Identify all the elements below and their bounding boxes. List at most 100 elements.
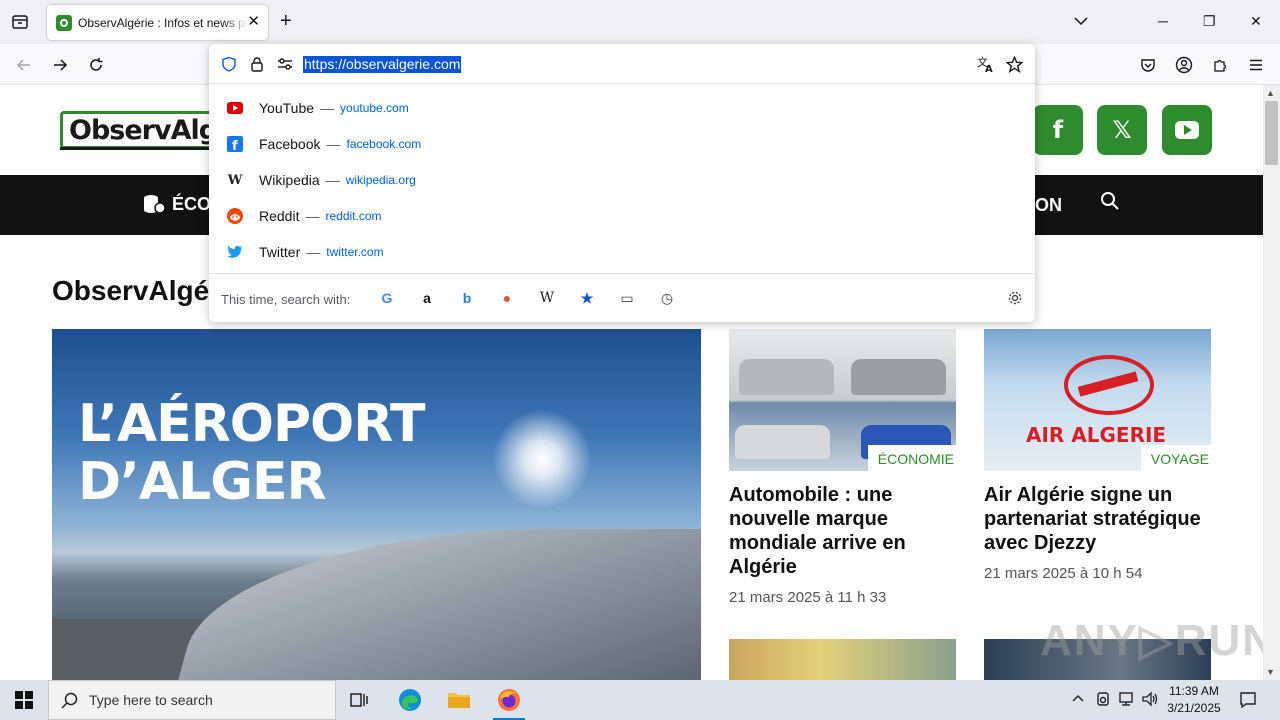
tab-strip: ObservAlgérie : Infos et news pour l'Alg… — [0, 0, 1280, 44]
list-all-tabs-button[interactable] — [1073, 13, 1089, 34]
taskbar-clock[interactable]: 11:39 AM 3/21/2025 — [1164, 683, 1224, 717]
back-button[interactable] — [13, 54, 35, 76]
taskbar-search-box[interactable]: Type here to search — [48, 680, 336, 720]
article-title[interactable]: Air Algérie signe un partenariat stratég… — [984, 483, 1211, 555]
minimize-button[interactable]: ─ — [1158, 12, 1168, 30]
volume-button[interactable] — [1142, 691, 1160, 710]
section-title: ObservAlgé — [52, 275, 210, 306]
category-badge[interactable]: ÉCONOMIE — [867, 445, 956, 471]
star-icon — [1005, 55, 1023, 73]
search-icon — [1101, 192, 1119, 210]
firefox-view-button[interactable] — [8, 10, 32, 34]
coins-icon — [144, 195, 166, 214]
notifications-button[interactable] — [1239, 691, 1257, 712]
show-hidden-icons-button[interactable] — [1071, 691, 1085, 708]
tab-close-button[interactable]: ✕ — [247, 14, 260, 30]
network-button[interactable] — [1118, 691, 1136, 710]
suggestion-dash: — — [326, 136, 341, 152]
app-menu-button[interactable] — [1245, 54, 1267, 76]
airport-roof — [165, 529, 701, 680]
amazon-icon[interactable]: a — [418, 289, 436, 307]
translate-button[interactable]: 文A — [977, 55, 995, 73]
wikipedia-search-icon[interactable]: W — [538, 289, 556, 307]
url-bar-dropdown: https://observalgerie.com 文A YouTube — y… — [209, 44, 1035, 322]
youtube-icon — [1175, 121, 1199, 139]
pocket-button[interactable] — [1137, 54, 1159, 76]
youtube-link[interactable] — [1162, 105, 1212, 155]
menu-item-economie[interactable]: ÉCO — [142, 193, 211, 215]
suggestion-name: YouTube — [259, 100, 315, 116]
tray-device-button[interactable] — [1095, 691, 1111, 710]
page-scrollbar[interactable]: ▲ ▼ — [1263, 85, 1280, 680]
taskbar-search-placeholder: Type here to search — [89, 692, 213, 708]
article-card[interactable]: ÉCONOMIE Automobile : une nouvelle marqu… — [729, 329, 956, 606]
edge-taskbar-button[interactable] — [386, 680, 434, 720]
google-icon[interactable]: G — [378, 289, 396, 307]
reload-button[interactable] — [85, 54, 107, 76]
facebook-link[interactable]: f — [1033, 105, 1083, 155]
suggestion-dash: — — [320, 100, 335, 116]
permissions-button[interactable] — [276, 55, 294, 73]
air-algerie-logo-text: AIR ALGERIE — [1026, 423, 1167, 447]
suggestion-row[interactable]: Reddit — reddit.com — [209, 198, 1035, 234]
suggestion-name: Facebook — [259, 136, 321, 152]
car-shape — [851, 359, 946, 395]
forward-button[interactable] — [49, 54, 71, 76]
wikipedia-icon: W — [227, 172, 243, 188]
suggestion-row[interactable]: W Wikipedia — wikipedia.org — [209, 162, 1035, 198]
active-tab[interactable]: ObservAlgérie : Infos et news pour l'Alg… — [47, 5, 268, 40]
svg-text:A: A — [985, 64, 993, 73]
firefox-icon — [498, 689, 520, 711]
pocket-icon — [1141, 59, 1155, 72]
suggestion-row[interactable]: Twitter — twitter.com — [209, 234, 1035, 270]
tabs-icon[interactable]: ▭ — [618, 289, 636, 307]
suggestion-row[interactable]: YouTube — youtube.com — [209, 90, 1035, 126]
scroll-up-arrow-icon[interactable]: ▲ — [1266, 88, 1275, 98]
firefox-taskbar-button[interactable] — [485, 680, 533, 720]
bookmarks-icon[interactable]: ★ — [578, 289, 596, 307]
history-icon[interactable]: ◷ — [658, 289, 676, 307]
restore-button[interactable]: ❐ — [1203, 12, 1216, 30]
suggestion-row[interactable]: f Facebook — facebook.com — [209, 126, 1035, 162]
sliders-icon — [278, 58, 292, 70]
file-explorer-taskbar-button[interactable] — [435, 680, 483, 720]
article-image-air-algerie[interactable]: AIR ALGERIE VOYAGE — [984, 329, 1211, 471]
article-image-cars[interactable]: ÉCONOMIE — [729, 329, 956, 471]
duckduckgo-icon[interactable]: ● — [498, 289, 516, 307]
hero-article-image[interactable]: L’AÉROPORT D’ALGER — [52, 329, 701, 680]
network-icon — [1119, 692, 1133, 706]
article-date: 21 mars 2025 à 11 h 33 — [729, 589, 887, 606]
tracking-protection-button[interactable] — [220, 55, 238, 73]
bing-icon[interactable]: b — [458, 289, 476, 307]
url-input[interactable]: https://observalgerie.com — [303, 56, 462, 73]
article-card[interactable]: AIR ALGERIE VOYAGE Air Algérie signe un … — [984, 329, 1211, 582]
scrollbar-thumb[interactable] — [1265, 101, 1278, 165]
chevron-down-icon — [1074, 17, 1088, 26]
menu-item-partial[interactable]: ON — [1035, 195, 1062, 216]
air-algerie-logo-mark — [1064, 355, 1154, 415]
start-button[interactable] — [0, 680, 48, 720]
windows-logo-icon — [15, 691, 33, 709]
url-bar[interactable]: https://observalgerie.com 文A — [209, 44, 1035, 84]
dropdown-separator — [209, 273, 1035, 274]
site-search-button[interactable] — [1100, 191, 1120, 216]
account-button[interactable] — [1173, 54, 1195, 76]
task-view-button[interactable] — [336, 680, 384, 720]
translate-icon: 文A — [977, 55, 993, 73]
lock-icon — [251, 57, 263, 72]
search-settings-button[interactable] — [1006, 289, 1024, 307]
new-tab-button[interactable]: + — [280, 11, 292, 31]
close-window-button[interactable]: ✕ — [1250, 12, 1262, 30]
site-logo[interactable]: ObservAlg — [60, 111, 227, 149]
site-info-button[interactable] — [248, 55, 266, 73]
extensions-button[interactable] — [1209, 54, 1231, 76]
scroll-down-arrow-icon[interactable]: ▼ — [1266, 667, 1275, 677]
suggestion-name: Wikipedia — [259, 172, 320, 188]
suggestion-name: Reddit — [259, 208, 300, 224]
bookmark-star-button[interactable] — [1005, 55, 1023, 73]
shield-icon — [222, 56, 236, 72]
article-title[interactable]: Automobile : une nouvelle marque mondial… — [729, 483, 956, 579]
article-image-banknotes[interactable] — [729, 639, 956, 680]
x-link[interactable]: 𝕏 — [1097, 105, 1147, 155]
category-badge[interactable]: VOYAGE — [1140, 445, 1211, 471]
